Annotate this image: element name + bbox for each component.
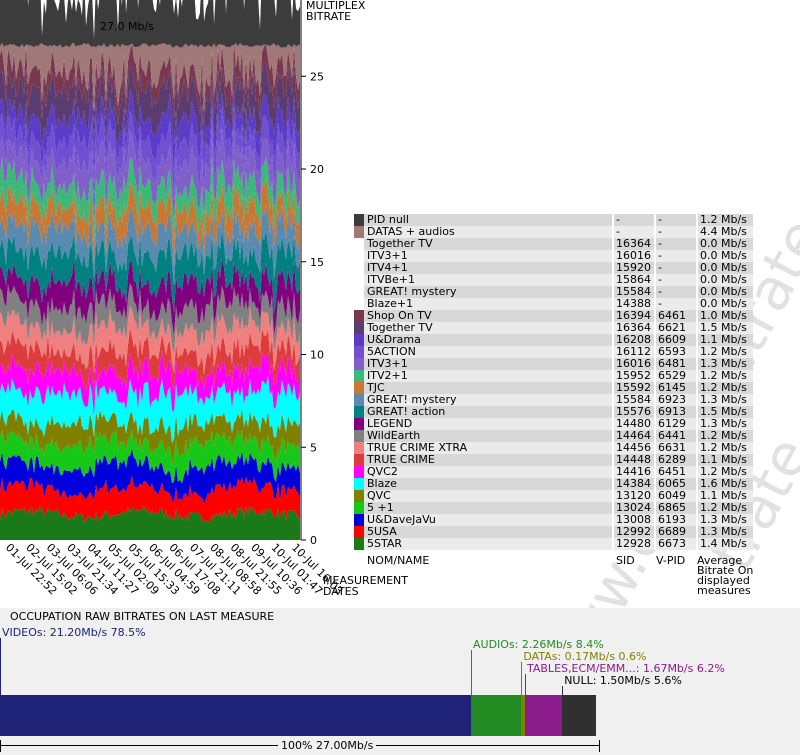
occupation-segment-label: NULL: 1.50Mb/s 5.6%: [564, 674, 682, 687]
occupation-segment: [0, 695, 471, 736]
legend-row: GREAT! mystery 15584-0.0 Mb/s: [354, 286, 753, 298]
x-ticks: 01-Jul 22:5202-Jul 15:0203-Jul 06:0603-J…: [3, 541, 346, 598]
legend-name: TRUE CRIME: [364, 454, 612, 466]
legend-swatch: [354, 466, 364, 478]
legend-vpid: -: [656, 226, 696, 238]
legend-name: ITV2+1: [364, 370, 612, 382]
legend-vpid: -: [656, 250, 696, 262]
occupation-title: OCCUPATION RAW BITRATES ON LAST MEASURE: [10, 610, 275, 623]
legend-row: TRUE CRIME 14448 6289 1.1 Mb/s: [354, 454, 753, 466]
occupation-segment-label: VIDEOs: 21.20Mb/s 78.5%: [2, 626, 146, 639]
legend-header-bitrate: Average Bitrate On displayed measures: [697, 554, 754, 597]
chart-areas: [0, 0, 300, 540]
legend-swatch: [354, 442, 364, 454]
legend-swatch: [354, 490, 364, 502]
legend-swatch: [354, 538, 364, 550]
occupation-segment: [525, 695, 563, 736]
legend-row: ITV3+1 16016 6481 1.3 Mb/s: [354, 358, 753, 370]
legend-swatch: [354, 394, 364, 406]
legend-name: QVC2: [364, 466, 612, 478]
occupation-leader-line: [0, 638, 1, 695]
stacked-area-chart: 0 5 10 15 20 25 01-Jul 22:5202-Jul 15:0203-Ju…: [0, 0, 346, 598]
legend-swatch: [354, 526, 364, 538]
legend-sid: 12928: [614, 538, 654, 550]
occupation-total-label: 100% 27.00Mb/s: [278, 739, 377, 752]
occupation-segment: [471, 695, 522, 736]
legend-swatch: [354, 250, 364, 262]
occupation-leader-line: [562, 686, 564, 695]
legend-swatch: [354, 454, 364, 466]
y-axis-title: MULTIPLEX BITRATE: [306, 0, 366, 23]
legend-swatch: [354, 334, 364, 346]
legend-row: 5ACTION 16112 6593 1.2 Mb/s: [354, 346, 753, 358]
legend-swatch: [354, 430, 364, 442]
y-tick-label: 0: [310, 534, 317, 547]
legend-swatch: [354, 214, 364, 226]
legend-header-sid: SID: [616, 554, 635, 567]
occupation-leader-line: [525, 674, 526, 695]
legend-header-vpid: V-PID: [656, 554, 686, 567]
legend-name: QVC: [364, 490, 612, 502]
legend-swatch: [354, 502, 364, 514]
legend-swatch: [354, 226, 364, 238]
legend-vpid: 6673: [656, 538, 696, 550]
chart-title: 27.0 Mb/s: [100, 20, 154, 33]
legend-row: ITV3+1 16016-0.0 Mb/s: [354, 250, 753, 262]
legend-row: Together TV 16364-0.0 Mb/s: [354, 238, 753, 250]
legend-swatch: [354, 478, 364, 490]
legend-row: ITV2+1 15952 6529 1.2 Mb/s: [354, 370, 753, 382]
legend-vpid: -: [656, 274, 696, 286]
legend-sid: -: [614, 214, 654, 226]
legend-swatch: [354, 370, 364, 382]
y-tick-label: 5: [310, 441, 317, 454]
legend-swatch: [354, 382, 364, 394]
legend-swatch: [354, 238, 364, 250]
legend-row: U&DaveJaVu 13008 6193 1.3 Mb/s: [354, 514, 753, 526]
legend-vpid: -: [656, 214, 696, 226]
occupation-panel: OCCUPATION RAW BITRATES ON LAST MEASURE …: [0, 608, 800, 755]
occupation-leader-line: [521, 662, 523, 695]
legend-swatch: [354, 406, 364, 418]
legend-name: 5STAR: [364, 538, 612, 550]
legend-swatch: [354, 274, 364, 286]
legend-swatch: [354, 286, 364, 298]
legend-name: U&DaveJaVu: [364, 514, 612, 526]
legend-swatch: [354, 262, 364, 274]
legend-row: QVC2 14416 6451 1.2 Mb/s: [354, 466, 753, 478]
y-tick-label: 20: [310, 163, 324, 176]
legend-swatch: [354, 418, 364, 430]
legend-bitrate: 1.4 Mb/s: [698, 538, 753, 550]
legend-swatch: [354, 322, 364, 334]
legend-swatch: [354, 298, 364, 310]
legend-row: Blaze 14384 6065 1.6 Mb/s: [354, 478, 753, 490]
legend-swatch: [354, 346, 364, 358]
x-axis-title: MEASUREMENT DATES: [323, 574, 408, 598]
legend-header-name: NOM/NAME: [367, 554, 430, 567]
legend-swatch: [354, 514, 364, 526]
y-ticks: 0 5 10 15 20 25: [301, 70, 324, 547]
legend-vpid: -: [656, 238, 696, 250]
occupation-total-tick-left: [0, 740, 1, 752]
occupation-leader-line: [471, 650, 472, 695]
legend-name: Blaze: [364, 478, 612, 490]
occupation-segment: [562, 695, 596, 736]
legend-table: PID null - -1.2 Mb/s DATAS + audios - -4.4 Mb…: [354, 214, 753, 550]
legend-swatch: [354, 310, 364, 322]
legend-swatch: [354, 358, 364, 370]
y-tick-label: 15: [310, 256, 324, 269]
occupation-total-tick-right: [599, 740, 600, 752]
legend-vpid: -: [656, 286, 696, 298]
y-tick-label: 25: [310, 70, 324, 83]
legend-row: 5STAR 12928 6673 1.4 Mb/s: [354, 538, 753, 550]
legend-row: 5USA 12992 6689 1.3 Mb/s: [354, 526, 753, 538]
legend-row: QVC 13120 6049 1.1 Mb/s: [354, 490, 753, 502]
y-tick-label: 10: [310, 349, 324, 362]
legend-row: GREAT! action 15576 6913 1.5 Mb/s: [354, 406, 753, 418]
legend-vpid: -: [656, 262, 696, 274]
